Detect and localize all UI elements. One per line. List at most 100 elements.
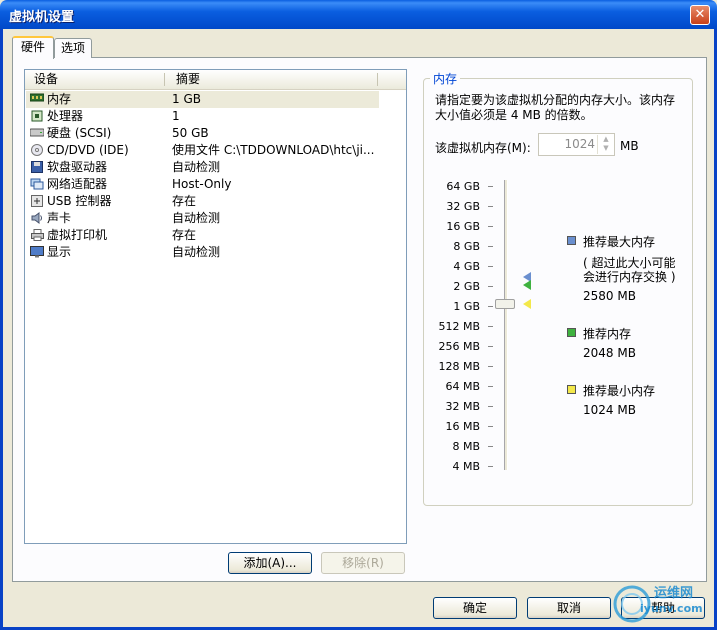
scale-tick-mark: [488, 206, 493, 207]
scale-tick-label: 128 MB: [438, 360, 480, 373]
watermark-text-cn: 运维网: [654, 586, 694, 601]
network-adapter-icon: [30, 178, 44, 190]
device-row-processor[interactable]: 处理器 1: [26, 108, 379, 125]
scale-tick-mark: [488, 186, 493, 187]
device-row-cd-dvd[interactable]: CD/DVD (IDE) 使用文件 C:\TDDOWNLOAD\htc\ji..…: [26, 142, 379, 159]
tab-options[interactable]: 选项: [54, 38, 92, 58]
device-row-usb[interactable]: USB 控制器 存在: [26, 193, 379, 210]
device-row-display[interactable]: 显示 自动检测: [26, 244, 379, 261]
scale-tick-label: 8 GB: [453, 240, 480, 253]
memory-field-label: 该虚拟机内存(M):: [435, 141, 531, 155]
scale-tick-mark: [488, 386, 493, 387]
scale-tick-label: 4 GB: [453, 260, 480, 273]
cd-dvd-icon: [30, 144, 44, 156]
close-icon: ✕: [694, 7, 706, 22]
processor-icon: [30, 110, 44, 122]
cancel-button[interactable]: 取消: [527, 597, 611, 619]
max-memory-note-line2: 会进行内存交换 ): [583, 270, 676, 284]
max-memory-label: 推荐最大内存: [583, 235, 656, 249]
scale-tick-label: 256 MB: [438, 340, 480, 353]
scale-tick-label: 1 GB: [453, 300, 480, 313]
min-memory-marker: [523, 299, 531, 309]
column-divider[interactable]: [377, 73, 378, 86]
sound-card-icon: [30, 212, 44, 224]
scale-tick-mark: [488, 366, 493, 367]
device-row-memory[interactable]: 内存 1 GB: [26, 91, 379, 108]
scale-tick-mark: [488, 266, 493, 267]
device-summary: 存在: [172, 194, 197, 208]
close-button[interactable]: ✕: [690, 5, 710, 25]
title-bar[interactable]: [0, 0, 717, 29]
device-row-network-adapter[interactable]: 网络适配器 Host-Only: [26, 176, 379, 193]
device-name: 网络适配器: [47, 177, 108, 191]
scale-tick-label: 4 MB: [452, 460, 480, 473]
scale-tick-mark: [488, 426, 493, 427]
device-name: 内存: [47, 92, 72, 106]
device-row-hard-disk[interactable]: 硬盘 (SCSI) 50 GB: [26, 125, 379, 142]
scale-tick-label: 16 GB: [446, 220, 480, 233]
remove-button[interactable]: 移除(R): [321, 552, 405, 574]
device-name: 虚拟打印机: [47, 228, 108, 242]
spin-down-icon[interactable]: ▼: [598, 144, 614, 153]
scale-tick-mark: [488, 346, 493, 347]
display-icon: [30, 246, 44, 258]
add-button[interactable]: 添加(A)...: [228, 552, 312, 574]
scale-tick-label: 512 MB: [438, 320, 480, 333]
device-summary: 自动检测: [172, 245, 221, 259]
watermark-text-en: iyunv.com: [640, 602, 703, 615]
memory-icon: [29, 93, 45, 105]
memory-description-line2: 大小值必须是 4 MB 的倍数。: [435, 108, 593, 122]
tab-hardware[interactable]: 硬件: [12, 36, 54, 59]
device-row-sound-card[interactable]: 声卡 自动检测: [26, 210, 379, 227]
scale-tick-mark: [488, 326, 493, 327]
site-watermark: 运维网 iyunv.com: [612, 580, 712, 626]
device-name: USB 控制器: [47, 194, 112, 208]
device-name: 处理器: [47, 109, 84, 123]
min-memory-label: 推荐最小内存: [583, 384, 656, 398]
min-memory-value: 1024 MB: [583, 403, 636, 417]
scale-tick-mark: [488, 246, 493, 247]
device-summary: Host-Only: [172, 177, 232, 191]
scale-tick-mark: [488, 466, 493, 467]
column-header-summary[interactable]: 摘要: [176, 70, 200, 89]
floppy-icon: [30, 161, 44, 173]
printer-icon: [30, 229, 44, 241]
scale-tick-label: 16 MB: [445, 420, 480, 433]
device-summary: 1 GB: [172, 92, 201, 106]
recommended-memory-label: 推荐内存: [583, 327, 632, 341]
memory-slider-thumb[interactable]: [495, 299, 515, 309]
scale-tick-mark: [488, 226, 493, 227]
spin-up-icon[interactable]: ▲: [598, 135, 614, 144]
usb-icon: [30, 195, 44, 207]
device-summary: 自动检测: [172, 160, 221, 174]
scale-tick-label: 32 MB: [445, 400, 480, 413]
column-divider[interactable]: [164, 73, 165, 86]
scale-tick-mark: [488, 286, 493, 287]
scale-tick-label: 32 GB: [446, 200, 480, 213]
device-list-header: 设备 摘要: [25, 70, 406, 90]
window-title: 虚拟机设置: [9, 10, 75, 25]
recommended-memory-legend-swatch: [567, 328, 576, 337]
scale-tick-label: 64 GB: [446, 180, 480, 193]
device-summary: 使用文件 C:\TDDOWNLOAD\htc\ji...: [172, 143, 375, 157]
memory-slider-track[interactable]: [504, 180, 508, 470]
device-row-floppy[interactable]: 软盘驱动器 自动检测: [26, 159, 379, 176]
device-name: 显示: [47, 245, 72, 259]
recommended-memory-value: 2048 MB: [583, 346, 636, 360]
device-name: 声卡: [47, 211, 72, 225]
device-name: CD/DVD (IDE): [47, 143, 129, 157]
scale-tick-mark: [488, 306, 493, 307]
ok-button[interactable]: 确定: [433, 597, 517, 619]
memory-group-label: 内存: [430, 70, 461, 87]
memory-spinbox[interactable]: 1024 ▲ ▼: [538, 133, 615, 156]
device-summary: 存在: [172, 228, 197, 242]
device-summary: 1: [172, 109, 180, 123]
scale-tick-label: 64 MB: [445, 380, 480, 393]
device-row-printer[interactable]: 虚拟打印机 存在: [26, 227, 379, 244]
memory-unit: MB: [620, 139, 639, 153]
scale-tick-mark: [488, 406, 493, 407]
device-summary: 自动检测: [172, 211, 221, 225]
memory-value[interactable]: 1024: [539, 134, 595, 155]
spin-buttons[interactable]: ▲ ▼: [597, 135, 614, 154]
column-header-device[interactable]: 设备: [34, 70, 58, 89]
